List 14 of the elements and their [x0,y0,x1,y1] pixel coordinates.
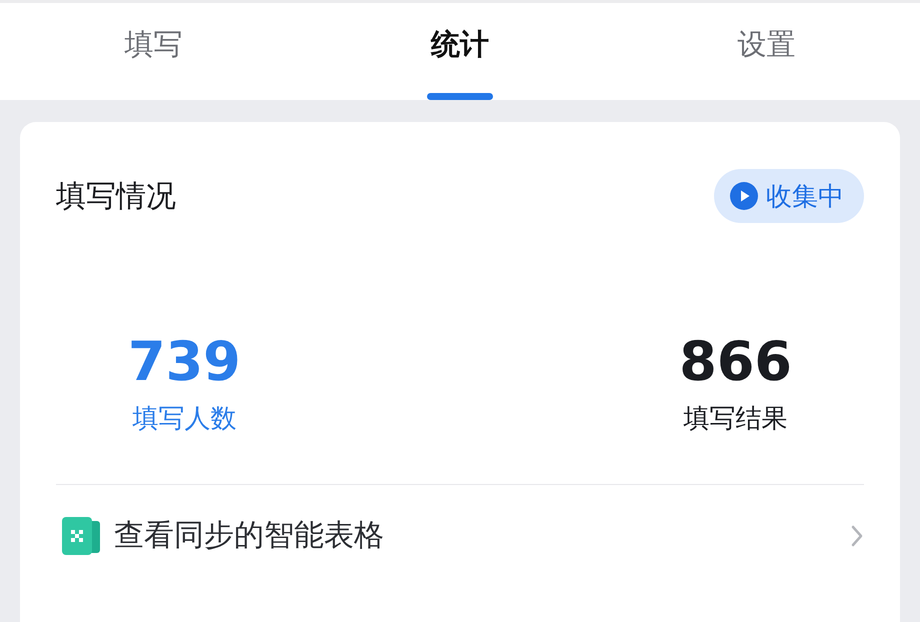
stat-label: 填写结果 [684,403,788,436]
status-badge[interactable]: 收集中 [714,169,864,223]
stat-value: 866 [679,335,792,389]
tab[interactable]: 设置 [613,3,920,100]
stat-label: 填写人数 [132,403,236,436]
smart-sheet-link[interactable]: 查看同步的智能表格 [114,515,836,556]
tab[interactable]: 填写 [0,3,307,100]
chevron-right-icon [850,524,864,548]
card-title: 填写情况 [56,178,176,216]
spreadsheet-icon [62,516,100,554]
active-tab-indicator [427,93,493,100]
play-icon [730,182,758,210]
stat-value: 739 [128,335,241,389]
tab[interactable]: 统计 [306,3,614,100]
